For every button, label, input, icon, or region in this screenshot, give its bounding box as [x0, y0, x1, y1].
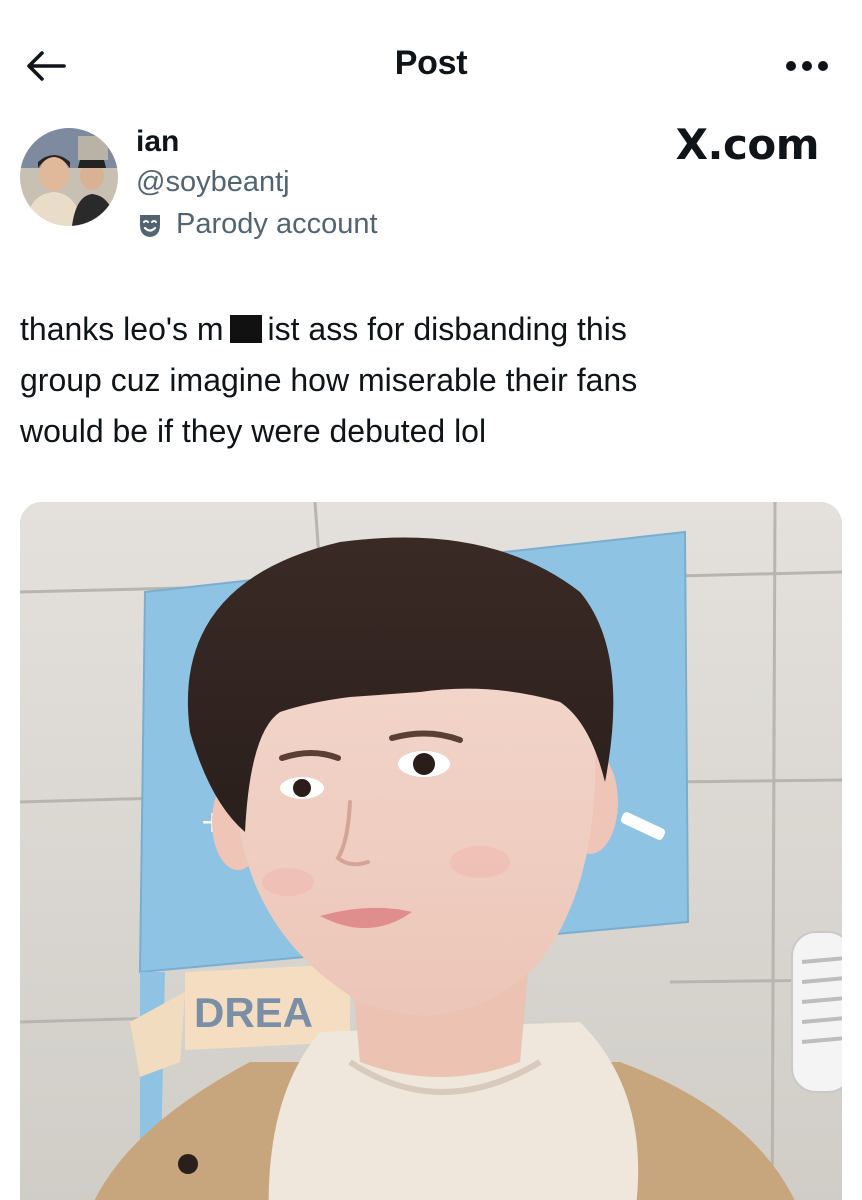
poster-text: DREA — [194, 989, 313, 1036]
redaction-block — [229, 315, 262, 343]
post-text-part1: thanks leo's m — [20, 311, 224, 347]
more-horizontal-icon — [786, 61, 828, 71]
post-text: thanks leo's m ist ass for disbanding thi… — [20, 304, 820, 457]
avatar[interactable] — [20, 128, 118, 226]
theater-mask-icon — [140, 214, 160, 237]
author-name[interactable]: ian — [136, 125, 179, 159]
top-bar: Post — [0, 0, 862, 120]
parody-label: Parody account — [136, 208, 378, 241]
author-handle[interactable]: @soybeantj — [136, 166, 290, 199]
watermark-text: X.com — [675, 120, 820, 169]
post-image[interactable]: + DREA — [20, 502, 842, 1200]
x-logo-icon: X.com — [676, 120, 820, 169]
more-options-button[interactable] — [782, 48, 832, 84]
photo: + DREA — [20, 502, 842, 1200]
avatar-image — [20, 128, 118, 226]
parody-label-text: Parody account — [176, 208, 378, 240]
x-com-watermark: X.com — [676, 120, 820, 169]
page-title: Post — [394, 44, 468, 82]
